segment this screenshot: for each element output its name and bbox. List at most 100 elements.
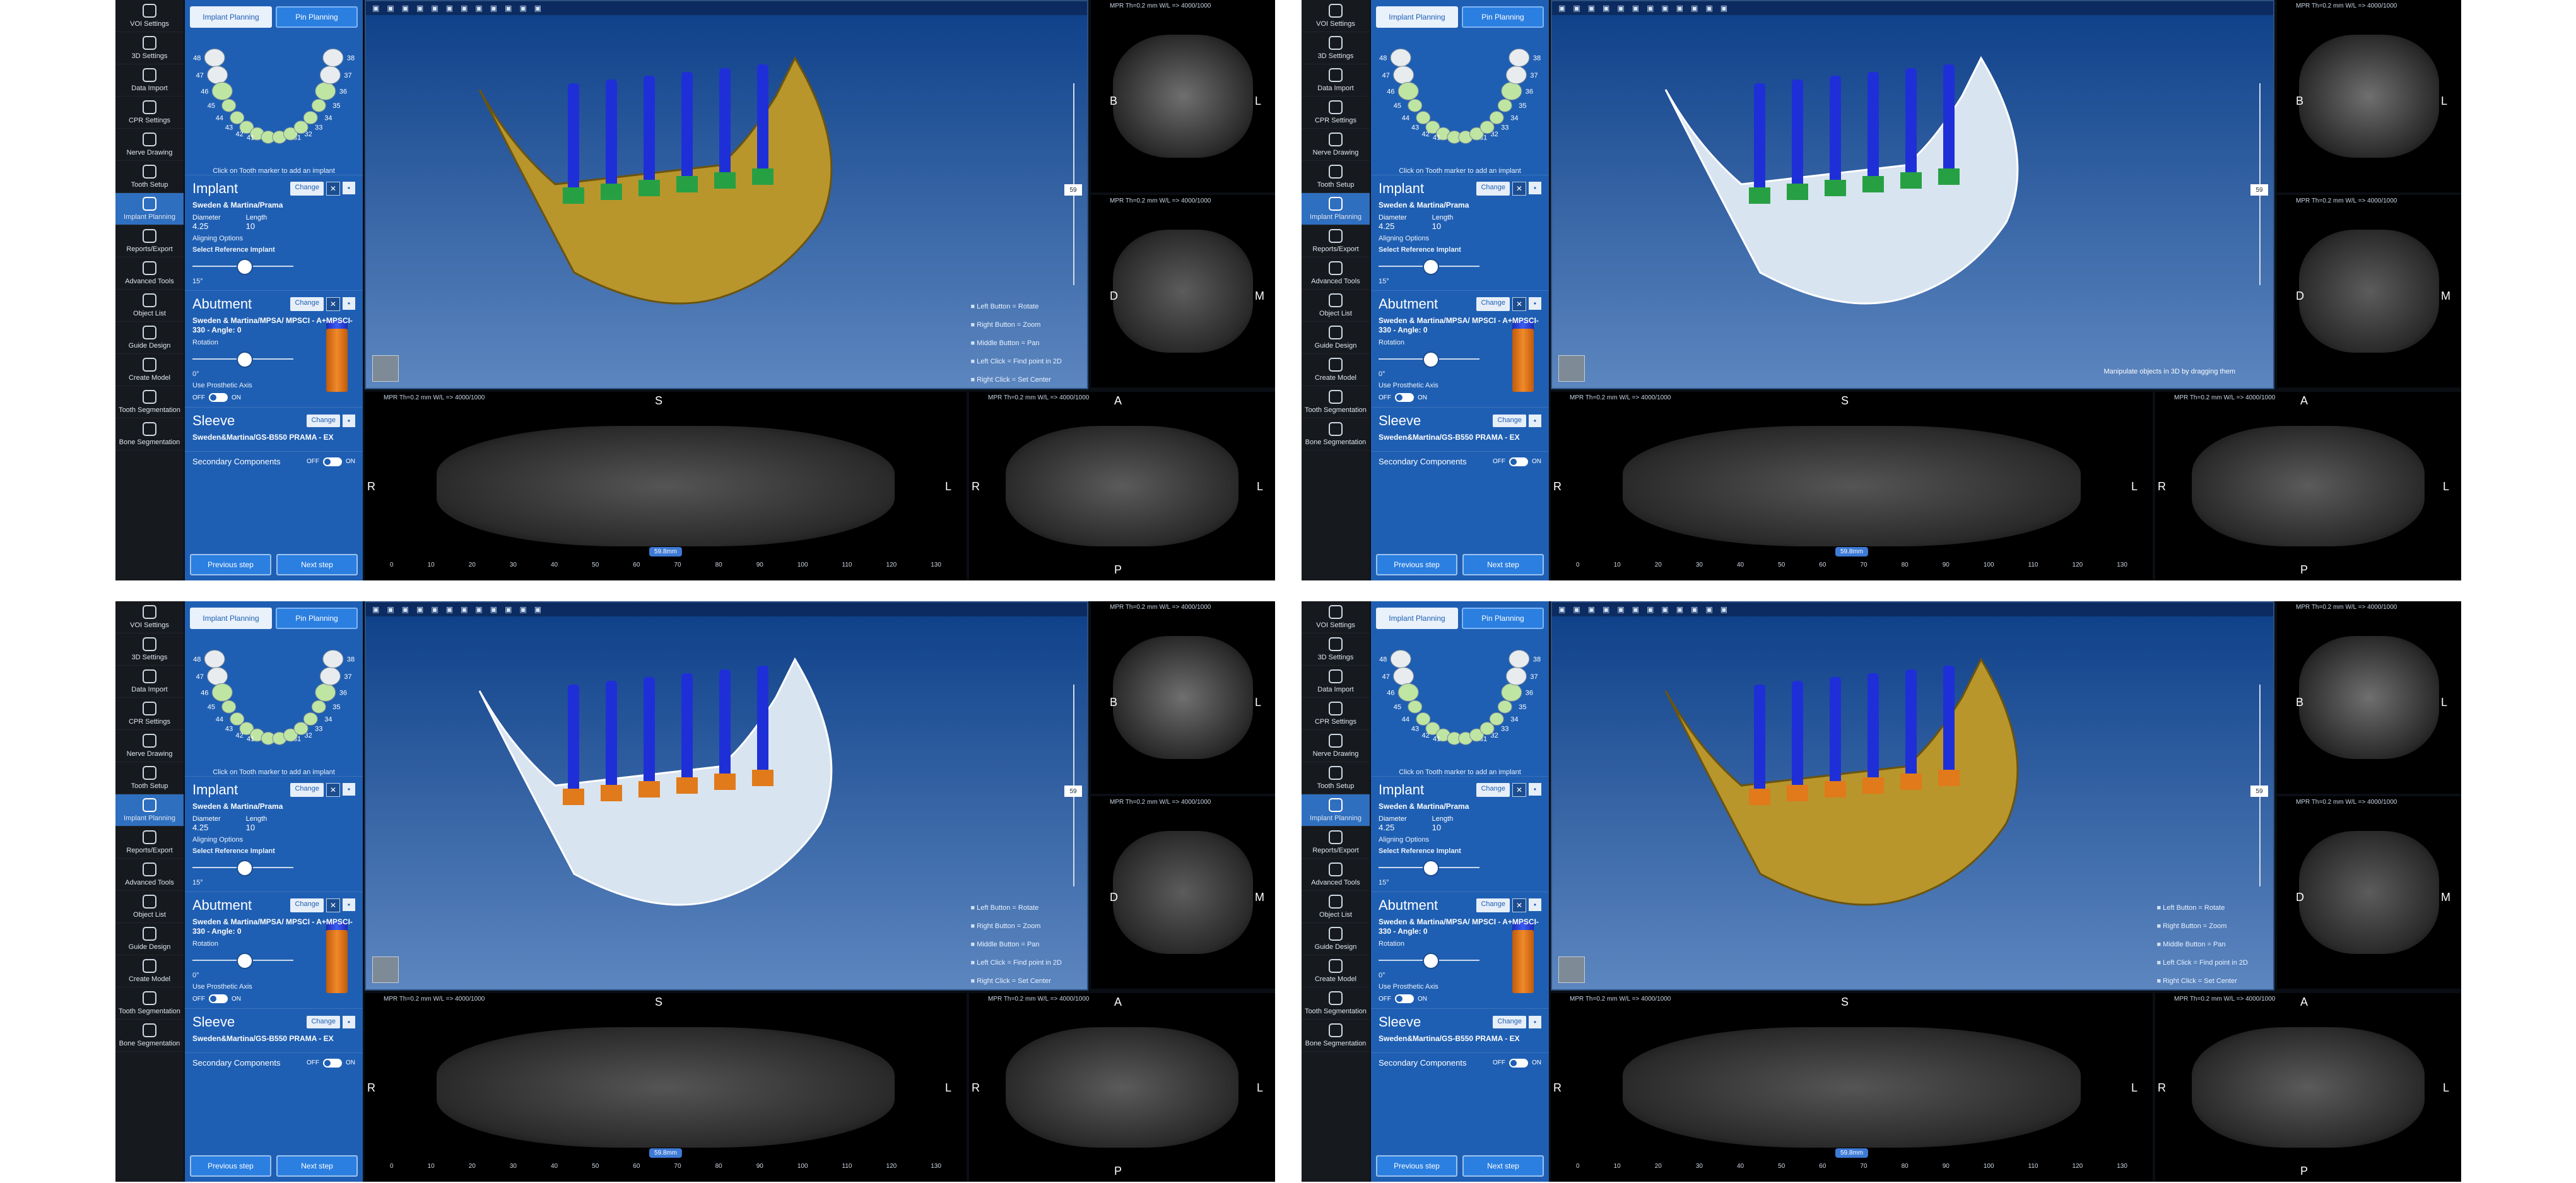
implant-4[interactable] [681,673,693,787]
tooth-48[interactable] [204,649,225,668]
toolbar-icon[interactable]: ▣ [490,605,497,614]
toggle-switch[interactable] [1395,393,1414,402]
toggle-switch[interactable] [1395,994,1414,1003]
tooth-37[interactable] [319,667,341,686]
toolbar-icon[interactable]: ▣ [1661,605,1668,614]
toolbar-icon[interactable]: ▣ [1603,605,1609,614]
3d-view[interactable]: ▣▣▣▣▣▣▣▣▣▣▣▣59Left Button = RotateRight … [365,601,1088,991]
tab-implant-planning[interactable]: Implant Planning [190,6,272,28]
rail-item[interactable]: Implant Planning [1302,794,1370,827]
close-icon[interactable]: ✕ [1512,182,1526,196]
3d-view[interactable]: ▣▣▣▣▣▣▣▣▣▣▣▣59Left Button = RotateRight … [365,0,1088,389]
toolbar-icon[interactable]: ▣ [402,4,409,13]
cpr-panoramic-view[interactable]: MPR Th=0.2 mm W/L => 4000/1000 S R L 0 10 20 30… [1551,993,2153,1182]
toolbar-icon[interactable]: ▣ [505,605,512,614]
rail-item[interactable]: Bone Segmentation [115,418,184,450]
tooth-45[interactable] [1408,98,1423,112]
abutment-change-button[interactable]: Change [1476,898,1510,912]
secondary-toggle[interactable]: OFF ON [307,457,355,466]
toolbar-icon[interactable]: ▣ [1573,605,1580,614]
abutment-6[interactable] [752,168,773,185]
tooth-35[interactable] [1497,98,1512,112]
rail-item[interactable]: Tooth Segmentation [115,386,184,418]
implant-2[interactable] [606,681,617,794]
tooth-44[interactable] [1416,712,1431,726]
orientation-head-icon[interactable] [1558,956,1585,983]
toolbar-icon[interactable]: ▣ [1705,605,1712,614]
tooth-33[interactable] [293,722,309,736]
rail-item[interactable]: Object List [1302,290,1370,322]
toggle-switch[interactable] [1509,457,1528,466]
rail-item[interactable]: Object List [1302,891,1370,923]
toolbar-icon[interactable]: ▣ [1661,4,1668,13]
select-reference-implant[interactable]: Select Reference Implant [1379,847,1541,855]
cross-section-view[interactable]: MPR Th=0.2 mm W/L => 4000/1000 B L [2277,0,2461,192]
abutment-change-button[interactable]: Change [290,297,324,311]
tooth-33[interactable] [1479,121,1495,134]
previous-step-button[interactable]: Previous step [190,554,271,575]
tooth-37[interactable] [1505,66,1527,85]
toolbar-icon[interactable]: ▣ [387,4,394,13]
toolbar-icon[interactable]: ▣ [1558,4,1565,13]
tooth-chart[interactable]: 48 47 46 45 44 43 42 41 31 32 33 34 35 36 37 38 [190,632,358,767]
rail-item[interactable]: Advanced Tools [115,859,184,891]
toggle-switch[interactable] [323,1058,342,1068]
tab-pin-planning[interactable]: Pin Planning [276,608,358,629]
rail-item[interactable]: Object List [115,290,184,322]
toolbar-icon[interactable]: ▣ [372,605,379,614]
rail-item[interactable]: Reports/Export [1302,827,1370,859]
toolbar-icon[interactable]: ▣ [475,605,482,614]
rail-item[interactable]: Advanced Tools [1302,257,1370,290]
implant-change-button[interactable]: Change [290,783,324,797]
abutment-5[interactable] [1900,774,1922,790]
rail-item[interactable]: Guide Design [115,322,184,354]
more-icon[interactable]: • [1529,297,1541,310]
tooth-45[interactable] [221,700,237,714]
next-step-button[interactable]: Next step [1462,554,1544,575]
tooth-36[interactable] [1501,81,1522,100]
tooth-44[interactable] [230,111,245,125]
3d-view[interactable]: ▣ ▣ ▣ ▣ ▣ ▣ ▣ ▣ ▣ ▣ ▣ ▣ 59 Manipulate objects in 3D b… [1551,0,2274,389]
select-reference-implant[interactable]: Select Reference Implant [1379,246,1541,254]
sleeve-change-button[interactable]: Change [1493,1016,1526,1028]
implant-2[interactable] [606,79,617,193]
implant-6[interactable] [1943,64,1955,178]
rail-item[interactable]: Data Import [115,64,184,97]
rail-item[interactable]: Tooth Segmentation [1302,386,1370,418]
abutment-6[interactable] [752,770,773,786]
dental-arch[interactable]: 48474645444342 41 31 32333435363738 [1376,30,1544,166]
secondary-toggle[interactable]: OFF ON [1493,1058,1541,1068]
angle-slider[interactable] [192,859,293,876]
slider-knob[interactable] [1423,259,1439,275]
orientation-head-icon[interactable] [1558,355,1585,382]
rotation-slider[interactable] [1379,951,1479,969]
cpr-panoramic-view[interactable]: MPR Th=0.2 mm W/L => 4000/1000 S R L 0 10 20 30… [1551,392,2153,580]
more-icon[interactable]: • [1529,182,1541,194]
tooth-45[interactable] [1408,700,1423,714]
rail-item[interactable]: Create Model [115,354,184,386]
implant-change-button[interactable]: Change [290,182,324,196]
tooth-47[interactable] [207,66,228,85]
implant-1[interactable] [1754,685,1765,798]
rail-item[interactable]: Nerve Drawing [1302,730,1370,762]
implant-5[interactable] [1905,68,1917,182]
cpr-distance[interactable]: 59.8mm [1835,1148,1869,1158]
toggle-switch[interactable] [209,994,228,1003]
tooth-44[interactable] [230,712,245,726]
tooth-48[interactable] [1390,48,1411,67]
close-icon[interactable]: ✕ [1512,783,1526,797]
rail-item[interactable]: Guide Design [115,923,184,955]
axial-slab-view[interactable]: MPR Th=0.2 mm W/L => 4000/1000 D M [1091,796,1275,989]
abutment-2[interactable] [1787,785,1808,801]
abutment-2[interactable] [1787,184,1808,200]
axial-view[interactable]: MPR Th=0.2 mm W/L => 4000/1000 A R L P [969,993,1275,1182]
cpr-distance[interactable]: 59.8mm [649,547,683,556]
rail-item[interactable]: VOI Settings [1302,601,1370,633]
abutment-1[interactable] [1749,789,1770,805]
cross-section-view[interactable]: MPR Th=0.2 mm W/L => 4000/1000 B L [2277,601,2461,794]
toolbar-icon[interactable]: ▣ [402,605,409,614]
tooth-47[interactable] [1393,667,1414,686]
toolbar-icon[interactable]: ▣ [475,4,482,13]
rail-item[interactable]: 3D Settings [115,32,184,64]
cross-section-view[interactable]: MPR Th=0.2 mm W/L => 4000/1000 B L [1091,0,1275,192]
